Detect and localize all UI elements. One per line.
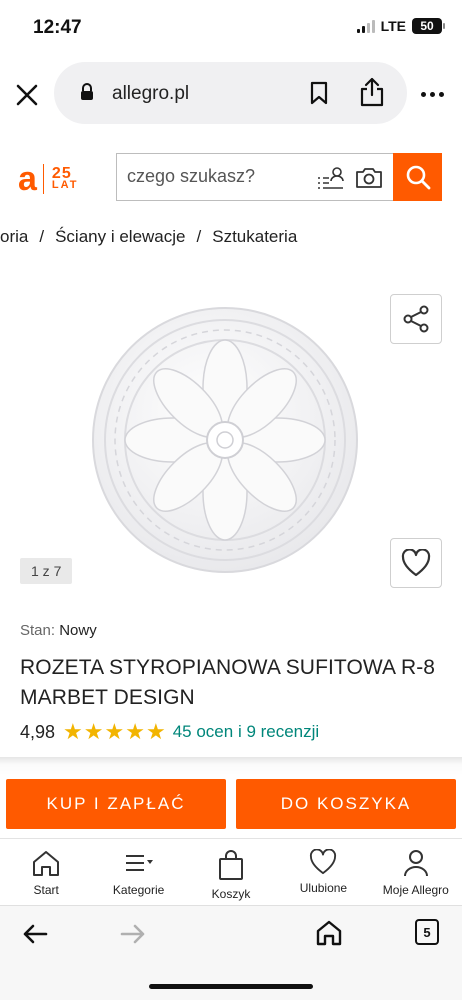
search-button[interactable]	[393, 153, 442, 201]
breadcrumb-item[interactable]: Sztukateria	[212, 227, 297, 247]
home-icon	[33, 851, 60, 876]
search-icon	[406, 165, 430, 190]
breadcrumb-item[interactable]: Ściany i elewacje	[55, 227, 185, 247]
status-bar: 12:47 LTE 50	[0, 0, 462, 56]
logo-letter: a	[18, 160, 37, 198]
add-to-favorites-button[interactable]	[390, 538, 442, 588]
add-to-cart-button[interactable]: DO KOSZYKA	[236, 779, 456, 829]
breadcrumb: oria / Ściany i elewacje / Sztukateria	[0, 227, 298, 247]
product-condition: Stan: Nowy	[20, 622, 97, 639]
reviews-link[interactable]: 45 ocen i 9 recenzji	[173, 722, 319, 742]
star-icon: ★	[125, 719, 145, 744]
search-input[interactable]	[127, 166, 307, 187]
star-icon: ★	[104, 719, 125, 744]
nav-cart[interactable]: Koszyk	[185, 839, 277, 904]
user-icon	[403, 850, 428, 877]
network-type: LTE	[380, 18, 406, 34]
product-image[interactable]	[90, 300, 360, 576]
battery-icon: 50	[412, 18, 445, 34]
more-options-icon[interactable]	[421, 92, 444, 97]
back-arrow-icon[interactable]	[22, 922, 48, 946]
filter-person-icon[interactable]	[317, 166, 345, 190]
star-icon: ★	[63, 719, 83, 744]
browser-bar: allegro.pl	[0, 62, 462, 126]
heart-icon	[310, 849, 337, 875]
camera-icon[interactable]	[355, 166, 383, 190]
browser-home-icon[interactable]	[316, 920, 342, 946]
signal-icon	[356, 19, 375, 33]
lock-icon	[81, 83, 93, 100]
breadcrumb-item[interactable]: oria	[0, 227, 28, 247]
product-rating: 4,98 ★ ★ ★ ★ ★ 45 ocen i 9 recenzji	[20, 721, 319, 743]
nav-categories[interactable]: Kategorie	[92, 839, 184, 904]
bag-icon	[219, 850, 244, 880]
address-bar[interactable]: allegro.pl	[54, 62, 407, 124]
home-indicator	[0, 965, 462, 1000]
rating-stars: ★ ★ ★ ★ ★	[63, 721, 166, 743]
bottom-navigation: Start Kategorie Koszyk Ulubione Moje All…	[0, 838, 462, 904]
product-gallery[interactable]: 1 z 7	[0, 290, 462, 590]
star-icon: ★	[145, 719, 166, 744]
rating-score: 4,98	[20, 721, 56, 742]
browser-toolbar: 5	[0, 905, 462, 965]
allegro-logo[interactable]: a 25 LAT	[18, 162, 79, 196]
bookmark-icon[interactable]	[309, 81, 329, 105]
share-icon[interactable]	[359, 77, 385, 107]
nav-start[interactable]: Start	[0, 839, 92, 904]
product-title: ROZETA STYROPIANOWA SUFITOWA R-8 MARBET …	[20, 656, 436, 709]
share-nodes-icon	[403, 305, 429, 333]
url-text: allegro.pl	[112, 83, 190, 104]
heart-icon	[401, 549, 431, 577]
nav-favorites[interactable]: Ulubione	[277, 839, 369, 904]
divider	[0, 757, 462, 775]
search-box	[116, 153, 394, 201]
status-time: 12:47	[33, 17, 82, 38]
menu-icon	[125, 855, 153, 871]
buy-now-button[interactable]: KUP I ZAPŁAĆ	[6, 779, 226, 829]
image-counter: 1 z 7	[20, 558, 73, 584]
tabs-button[interactable]: 5	[415, 919, 439, 945]
forward-arrow-icon[interactable]	[120, 922, 146, 946]
share-product-button[interactable]	[390, 294, 442, 344]
star-icon: ★	[83, 719, 104, 744]
nav-my-allegro[interactable]: Moje Allegro	[370, 839, 462, 904]
close-icon[interactable]	[14, 82, 40, 108]
anniversary-text: LAT	[51, 179, 79, 192]
